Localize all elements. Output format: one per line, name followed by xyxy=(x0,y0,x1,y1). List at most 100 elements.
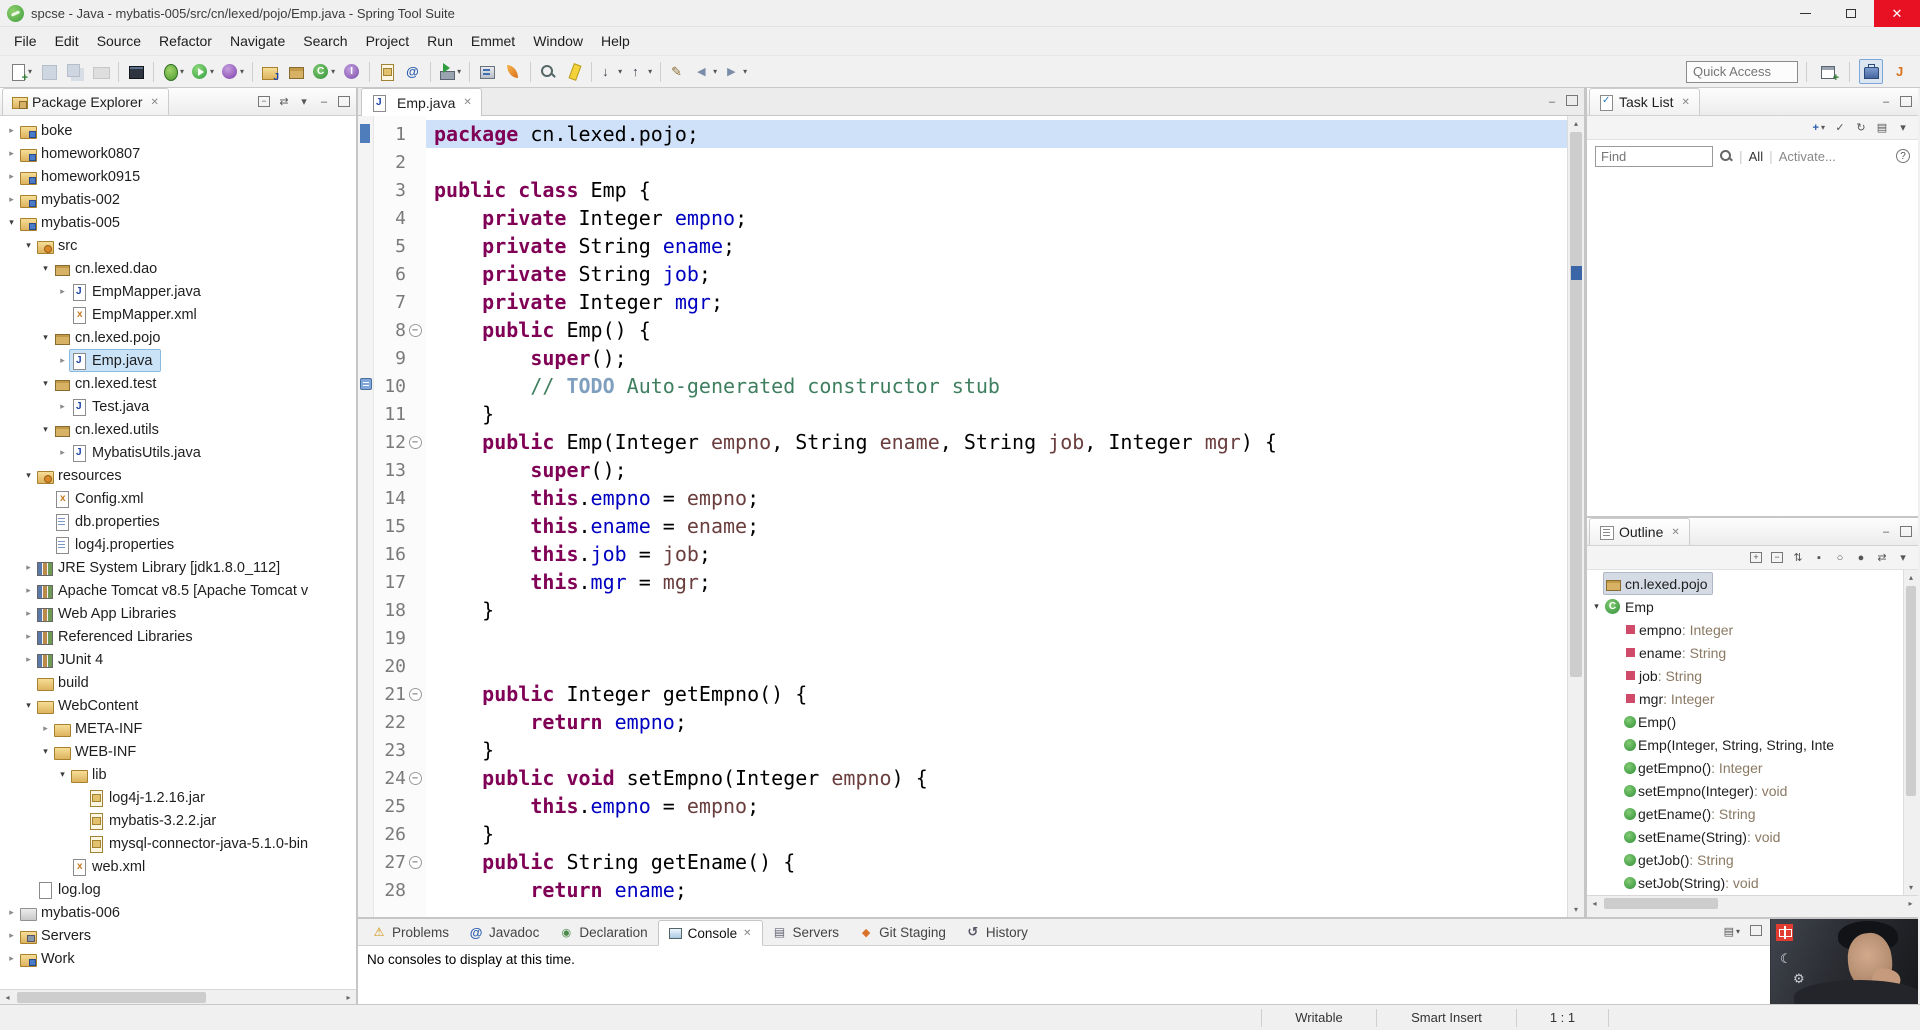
collapse-icon[interactable]: − xyxy=(408,435,422,449)
fold-marker-icon[interactable]: − xyxy=(406,771,424,785)
code-line[interactable]: this.mgr = mgr; xyxy=(426,568,1567,596)
synchronize-icon[interactable]: ↻ xyxy=(1855,121,1867,134)
outline-item-body[interactable]: setEmpno(Integer) : void xyxy=(1622,780,1791,801)
previous-annotation-button[interactable]: ▾ xyxy=(627,59,655,84)
tree-item[interactable]: ▸ Referenced Libraries xyxy=(0,625,356,648)
outline-item-body[interactable]: ename : String xyxy=(1622,642,1730,663)
dropdown-arrow-icon[interactable]: ▾ xyxy=(28,67,32,76)
outline-item-body[interactable]: setEname(String) : void xyxy=(1622,826,1784,847)
scroll-down-icon[interactable]: ▾ xyxy=(1568,902,1584,917)
hide-fields-icon[interactable]: ▪ xyxy=(1813,551,1825,564)
close-button[interactable]: ✕ xyxy=(1874,0,1920,27)
link-with-editor-icon[interactable]: ⇄ xyxy=(1876,551,1888,564)
expander-icon[interactable]: ▸ xyxy=(55,447,70,458)
link-with-editor-icon[interactable]: ⇄ xyxy=(278,95,290,108)
debug-button[interactable]: ▾ xyxy=(159,59,187,84)
scrollbar-thumb[interactable] xyxy=(1604,897,1719,909)
menu-search[interactable]: Search xyxy=(294,29,356,53)
dropdown-arrow-icon[interactable]: ▾ xyxy=(713,67,717,76)
close-icon[interactable]: ✕ xyxy=(463,97,471,108)
dropdown-arrow-icon[interactable]: ▾ xyxy=(210,67,214,76)
open-type-button[interactable] xyxy=(536,59,560,84)
horizontal-scrollbar[interactable]: ◂ ▸ xyxy=(1587,895,1918,910)
tree-item-body[interactable]: JUnit 4 xyxy=(36,649,111,670)
code-line[interactable] xyxy=(426,148,1567,176)
collapse-icon[interactable]: − xyxy=(408,771,422,785)
fold-marker-icon[interactable]: − xyxy=(406,435,424,449)
minimize-icon[interactable]: – xyxy=(1880,525,1892,538)
pin-console-icon[interactable] xyxy=(1750,925,1762,936)
view-menu-icon[interactable]: ▾ xyxy=(298,95,310,108)
line-number[interactable]: 1 xyxy=(374,124,406,145)
menu-project[interactable]: Project xyxy=(357,29,419,53)
menu-run[interactable]: Run xyxy=(418,29,462,53)
expander-icon[interactable]: ▸ xyxy=(55,355,70,366)
minimize-icon[interactable]: – xyxy=(1546,95,1558,108)
fold-marker-icon[interactable]: − xyxy=(406,323,424,337)
outline-item[interactable]: Emp(Integer, String, String, Inte xyxy=(1587,733,1903,756)
console-tab-problems[interactable]: Problems xyxy=(362,919,459,945)
tree-item[interactable]: ▸ Test.java xyxy=(0,395,356,418)
run-button[interactable]: ▾ xyxy=(189,59,217,84)
tree-item[interactable]: ▾ WEB-INF xyxy=(0,740,356,763)
outline-item[interactable]: mgr : Integer xyxy=(1587,687,1903,710)
last-edit-location-button[interactable] xyxy=(666,59,690,84)
expander-icon[interactable]: ▸ xyxy=(4,148,19,159)
maximize-icon[interactable] xyxy=(1900,526,1912,537)
menu-navigate[interactable]: Navigate xyxy=(221,29,294,53)
new-task-icon[interactable]: + ▾ xyxy=(1813,121,1825,134)
collapse-icon[interactable]: − xyxy=(408,687,422,701)
menu-window[interactable]: Window xyxy=(524,29,592,53)
line-number[interactable]: 22 xyxy=(374,712,406,733)
forward-button[interactable]: ▾ xyxy=(722,59,750,84)
outline-tab[interactable]: Outline ✕ xyxy=(1589,518,1690,545)
view-menu-icon[interactable]: ▾ xyxy=(1897,121,1909,134)
outline-item[interactable]: getEname() : String xyxy=(1587,802,1903,825)
tree-item[interactable]: ▾ cn.lexed.utils xyxy=(0,418,356,441)
activate-link[interactable]: Activate... xyxy=(1779,149,1836,164)
task-list-tab[interactable]: Task List ✕ xyxy=(1589,88,1700,115)
menu-refactor[interactable]: Refactor xyxy=(150,29,221,53)
line-number[interactable]: 28 xyxy=(374,880,406,901)
package-explorer-tab[interactable]: Package Explorer ✕ xyxy=(2,88,169,115)
line-number[interactable]: 11 xyxy=(374,404,406,425)
line-number[interactable]: 14 xyxy=(374,488,406,509)
expander-icon[interactable]: ▸ xyxy=(21,608,36,619)
menu-edit[interactable]: Edit xyxy=(46,29,88,53)
tree-item[interactable]: ▸ Emp.java xyxy=(0,349,356,372)
line-number[interactable]: 16 xyxy=(374,544,406,565)
fold-marker-icon[interactable]: − xyxy=(406,855,424,869)
outline-item[interactable]: cn.lexed.pojo xyxy=(1587,572,1903,595)
code-line[interactable]: private String job; xyxy=(426,260,1567,288)
code-line[interactable]: private Integer empno; xyxy=(426,204,1567,232)
code-editor[interactable]: package cn.lexed.pojo; public class Emp {… xyxy=(426,116,1567,917)
quick-access-input[interactable] xyxy=(1686,60,1798,83)
new-java-project-button[interactable] xyxy=(258,59,282,84)
outline-item-body[interactable]: empno : Integer xyxy=(1622,619,1737,640)
expander-icon[interactable]: ▸ xyxy=(4,907,19,918)
tree-item-body[interactable]: Servers xyxy=(19,925,99,946)
outline-item[interactable]: getJob() : String xyxy=(1587,848,1903,871)
tree-item-body[interactable]: Test.java xyxy=(70,396,157,417)
expander-icon[interactable]: ▸ xyxy=(55,401,70,412)
tree-item[interactable]: log4j-1.2.16.jar xyxy=(0,786,356,809)
console-tab-console[interactable]: Console ✕ xyxy=(657,920,763,946)
task-marker-icon[interactable] xyxy=(360,378,372,390)
tree-item-body[interactable]: WebContent xyxy=(36,695,146,716)
code-line[interactable]: public String getEname() { xyxy=(426,848,1567,876)
tree-item-body[interactable]: web.xml xyxy=(70,856,153,877)
editor-tab-emp-java[interactable]: Emp.java ✕ xyxy=(361,88,482,116)
code-line[interactable]: public Emp(Integer empno, String ename, … xyxy=(426,428,1567,456)
expander-icon[interactable]: ▸ xyxy=(4,125,19,136)
view-menu-icon[interactable]: ▾ xyxy=(1897,551,1909,564)
line-number[interactable]: 2 xyxy=(374,152,406,173)
tree-item[interactable]: Config.xml xyxy=(0,487,356,510)
code-line[interactable]: return ename; xyxy=(426,876,1567,904)
scroll-left-icon[interactable]: ◂ xyxy=(1587,899,1602,908)
console-tab-declaration[interactable]: Declaration xyxy=(549,919,657,945)
expander-icon[interactable]: ▾ xyxy=(21,240,36,251)
tree-item[interactable]: ▸ Work xyxy=(0,947,356,970)
mark-occurrences-button[interactable] xyxy=(562,59,586,84)
menu-source[interactable]: Source xyxy=(88,29,150,53)
code-line[interactable]: this.empno = empno; xyxy=(426,792,1567,820)
